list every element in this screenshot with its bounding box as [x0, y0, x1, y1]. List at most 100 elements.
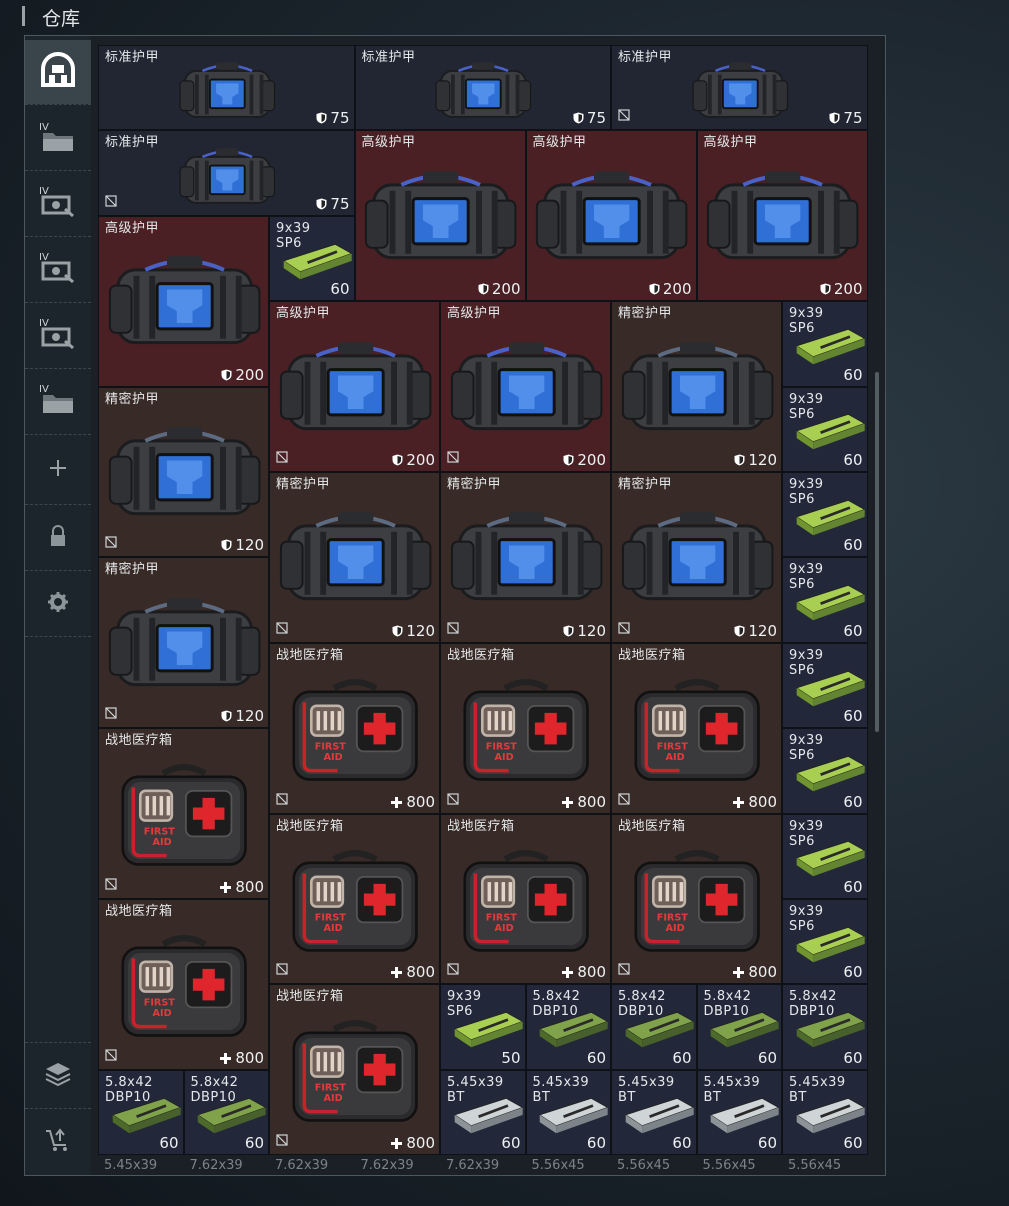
item-name: 精密护甲: [276, 477, 331, 492]
ammo-item[interactable]: 5.8x42 DBP10 60: [98, 1069, 184, 1156]
ammo-item[interactable]: 9x39 SP6 60: [782, 899, 868, 985]
standard-armor-item[interactable]: 标准护甲 75: [98, 130, 355, 216]
precision-armor-item[interactable]: 精密护甲 120: [98, 557, 269, 729]
item-value: 60: [843, 963, 862, 981]
ammo-item[interactable]: 5.8x42 DBP10 60: [696, 984, 782, 1070]
scrollbar[interactable]: [875, 372, 879, 732]
advanced-armor-item[interactable]: 高级护甲 200: [98, 215, 269, 387]
sidebar-button-layers-9[interactable]: [25, 1044, 91, 1108]
item-value-number: 200: [662, 280, 692, 299]
shield-icon: [820, 280, 834, 298]
field-medkit-item[interactable]: FIRST AID 战地医疗箱 800: [440, 642, 611, 814]
item-name: 战地医疗箱: [105, 904, 173, 919]
item-value: 60: [843, 878, 862, 896]
item-value-number: 50: [501, 1048, 521, 1067]
field-medkit-item[interactable]: FIRST AID 战地医疗箱 800: [98, 728, 269, 899]
precision-armor-item[interactable]: 精密护甲 120: [611, 301, 782, 472]
sidebar-button-folder-iv-5[interactable]: IV: [25, 368, 91, 432]
item-value: 800: [391, 1134, 435, 1152]
sidebar-button-gear-8[interactable]: [25, 572, 91, 636]
item-value: 800: [733, 963, 777, 981]
armor-bag-image: [435, 62, 532, 119]
standard-armor-item[interactable]: 标准护甲 75: [611, 45, 868, 131]
shield-icon: [478, 280, 492, 298]
ammo-item[interactable]: 5.45x39 BT 60: [696, 1069, 782, 1156]
item-value: 60: [843, 1049, 862, 1067]
precision-armor-item[interactable]: 精密护甲 120: [269, 472, 440, 643]
ammo-item[interactable]: 9x39 SP6 60: [782, 642, 868, 729]
sidebar-button-folder-iv-1[interactable]: IV: [25, 106, 91, 170]
svg-text:AID: AID: [666, 752, 685, 763]
precision-armor-item[interactable]: 精密护甲 120: [611, 472, 782, 643]
precision-armor-item[interactable]: 精密护甲 120: [98, 386, 269, 558]
item-value: 200: [392, 451, 435, 469]
item-value-number: 60: [843, 1048, 863, 1067]
ammo-item[interactable]: 9x39 SP6 60: [782, 472, 868, 558]
armor-bag-image: [179, 147, 276, 204]
field-medkit-item[interactable]: FIRST AID 战地医疗箱 800: [269, 813, 440, 985]
field-medkit-item[interactable]: FIRST AID 战地医疗箱 800: [440, 813, 611, 985]
sidebar-button-scope-iv-2[interactable]: IV: [25, 170, 91, 234]
item-value-number: 60: [843, 365, 863, 384]
plus-icon: [562, 793, 577, 811]
ammo-item[interactable]: 5.8x42 DBP10 60: [183, 1069, 269, 1156]
item-value-number: 800: [577, 792, 606, 811]
item-value-number: 800: [748, 963, 777, 982]
item-name: 高级护甲: [703, 135, 758, 151]
home-icon: [39, 51, 77, 93]
sidebar-button-home-0[interactable]: [25, 40, 91, 104]
ammo-item[interactable]: 5.45x39 BT 60: [525, 1069, 611, 1156]
first-aid-kit-image: FIRSTAID: [292, 1020, 419, 1123]
ammo-item[interactable]: 9x39 SP6 60: [782, 728, 868, 814]
svg-text:IV: IV: [39, 252, 49, 263]
sidebar-button-scope-iv-3[interactable]: IV: [25, 236, 91, 300]
advanced-armor-item[interactable]: 高级护甲 200: [696, 130, 868, 302]
field-medkit-item[interactable]: FIRST AID 战地医疗箱 800: [98, 899, 269, 1070]
ammo-item[interactable]: 9x39 SP6 60: [782, 813, 868, 899]
item-value: 60: [245, 1134, 264, 1152]
svg-text:AID: AID: [153, 1008, 172, 1019]
armor-bag-image: [279, 512, 432, 601]
standard-armor-item[interactable]: 标准护甲 75: [354, 45, 611, 131]
field-medkit-item[interactable]: FIRST AID 战地医疗箱 800: [269, 984, 440, 1156]
svg-text:FIRST: FIRST: [315, 1083, 346, 1094]
sidebar-button-plus-6[interactable]: [25, 438, 91, 502]
item-value: 60: [501, 1134, 520, 1152]
ammo-item[interactable]: 5.45x39 BT 60: [782, 1069, 868, 1156]
standard-armor-item[interactable]: 标准护甲 75: [98, 45, 355, 131]
ammo-item[interactable]: 5.45x39 BT 60: [611, 1069, 697, 1156]
precision-armor-item[interactable]: 精密护甲 120: [440, 472, 611, 643]
ammo-item[interactable]: 5.8x42 DBP10 60: [525, 984, 611, 1070]
item-value: 60: [843, 622, 862, 640]
ammo-item[interactable]: 9x39 SP6 60: [782, 386, 868, 472]
sidebar-button-scope-iv-4[interactable]: IV: [25, 302, 91, 366]
advanced-armor-item[interactable]: 高级护甲 200: [354, 130, 526, 302]
shield-icon: [392, 622, 406, 640]
ammo-item[interactable]: 5.8x42 DBP10 60: [782, 984, 868, 1070]
armor-bag-image: [692, 62, 789, 119]
ammo-item[interactable]: 5.8x42 DBP10 60: [611, 984, 697, 1070]
item-name: 5.8x42 DBP10: [703, 989, 752, 1020]
field-medkit-item[interactable]: FIRST AID 战地医疗箱 800: [611, 642, 782, 814]
item-name: 战地医疗箱: [276, 818, 344, 834]
sidebar-button-lock-7[interactable]: [25, 506, 91, 570]
item-value: 200: [221, 366, 264, 384]
shield-icon: [221, 536, 235, 554]
advanced-armor-item[interactable]: 高级护甲 200: [525, 130, 697, 302]
shield-icon: [649, 280, 663, 298]
field-medkit-item[interactable]: FIRST AID 战地医疗箱 800: [611, 813, 782, 985]
scope-iv-icon: IV: [39, 183, 77, 221]
advanced-armor-item[interactable]: 高级护甲 200: [269, 301, 440, 472]
sidebar-button-cart-10[interactable]: [25, 1110, 91, 1174]
item-value: 120: [221, 707, 264, 725]
ammo-item[interactable]: 9x39 SP6 60: [269, 215, 355, 302]
ammo-item[interactable]: 9x39 SP6 60: [782, 301, 868, 387]
field-medkit-item[interactable]: FIRST AID 战地医疗箱 800: [269, 642, 440, 814]
lock-icon: [618, 619, 630, 638]
sidebar-divider: [25, 302, 91, 303]
ammo-item[interactable]: 9x39 SP6 60: [782, 557, 868, 643]
advanced-armor-item[interactable]: 高级护甲 200: [440, 301, 611, 472]
ammo-item[interactable]: 5.45x39 BT 60: [440, 1069, 526, 1156]
svg-text:IV: IV: [39, 384, 49, 395]
ammo-item[interactable]: 9x39 SP6 50: [440, 984, 526, 1070]
